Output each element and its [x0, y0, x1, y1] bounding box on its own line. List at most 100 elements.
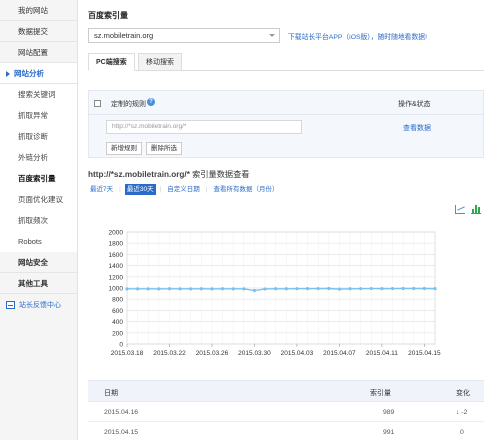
row-count: 991 — [383, 429, 395, 436]
app-download-link[interactable]: 下载站长平台APP（iOS版），随时随地看数据! — [288, 31, 427, 41]
data-point — [433, 287, 437, 291]
chevron-down-icon — [269, 34, 275, 37]
line-chart-icon[interactable] — [455, 205, 466, 214]
date-range-selector: 最近7天 | 最近30天 | 自定义日期 | 查看所有数据（月份） — [88, 184, 284, 196]
data-point — [337, 287, 342, 291]
sidebar-item[interactable]: 网站安全 — [0, 252, 77, 273]
data-point — [369, 286, 373, 291]
y-tick-label: 400 — [112, 319, 123, 326]
data-point — [136, 287, 140, 291]
row-change: 0 — [460, 429, 464, 436]
range-last-7-days[interactable]: 最近7天 — [88, 184, 115, 195]
data-point — [305, 287, 310, 291]
index-volume-chart: 0 200 400 600 800 1000 1200 1400 1600 1800 2000 201… — [109, 230, 441, 358]
x-tick-label: 2015.03.30 — [238, 350, 271, 357]
sidebar-section-label: 网站分析 — [14, 69, 44, 78]
data-point — [178, 287, 182, 291]
x-tick-label: 2015.03.18 — [111, 350, 144, 357]
sidebar-section-site-analysis[interactable]: 网站分析 — [0, 63, 77, 84]
rules-header: 定制的规则 ? 操作&状态 — [89, 91, 483, 115]
site-select-value: sz.mobiletrain.org — [94, 31, 154, 40]
delete-selected-button[interactable]: 删除所选 — [146, 142, 182, 155]
column-header-date: 日期 — [104, 390, 118, 397]
data-point — [412, 286, 416, 291]
custom-rules-panel: 定制的规则 ? 操作&状态 http://*sz.mobiletrain.org… — [88, 90, 484, 158]
add-rule-button[interactable]: 新增规则 — [106, 142, 142, 155]
data-point — [348, 287, 352, 291]
feedback-label: 站长反馈中心 — [19, 302, 61, 309]
feedback-icon — [6, 301, 15, 310]
data-point — [242, 287, 246, 291]
view-data-link[interactable]: 查看数据 — [403, 123, 431, 133]
range-last-30-days[interactable]: 最近30天 — [124, 184, 156, 195]
x-tick-label: 2015.03.26 — [196, 350, 229, 357]
series-line — [127, 287, 436, 292]
select-all-checkbox[interactable] — [94, 100, 101, 107]
table-row: 2015.04.15 991 0 — [88, 424, 484, 440]
y-tick-label: 1200 — [109, 274, 124, 281]
sidebar-item[interactable]: 我的网站 — [0, 0, 77, 21]
range-separator: | — [119, 186, 121, 193]
data-point — [390, 286, 395, 291]
sidebar-item[interactable]: 抓取诊断 — [0, 126, 77, 147]
query-title: http://*sz.mobiletrain.org/* 索引量数据查看 — [88, 168, 250, 180]
data-point — [252, 288, 257, 293]
data-point — [401, 286, 405, 291]
sidebar-item[interactable]: 数据提交 — [0, 21, 77, 42]
table-header: 日期 索引量 变化 — [88, 380, 484, 402]
page-title: 百度索引量 — [88, 11, 128, 20]
sidebar-item[interactable]: 网站配置 — [0, 42, 77, 63]
sidebar-item[interactable]: 其他工具 — [0, 273, 77, 294]
y-tick-label: 2000 — [109, 230, 124, 237]
sidebar: 我的网站 数据提交 网站配置 网站分析 搜索关键词 抓取异常 抓取诊断 外链分析 百度索引量… — [0, 0, 78, 440]
operations-header-label: 操作&状态 — [398, 101, 431, 108]
data-point — [199, 287, 203, 291]
data-point — [231, 287, 235, 291]
range-custom-date[interactable]: 自定义日期 — [165, 184, 202, 195]
data-point — [284, 287, 288, 291]
sidebar-item[interactable]: 抓取频次 — [0, 210, 77, 231]
rule-url-field[interactable]: http://*sz.mobiletrain.org/* — [106, 120, 302, 134]
sidebar-item[interactable]: 页面优化建议 — [0, 189, 77, 210]
data-point — [359, 287, 363, 291]
y-tick-label: 1800 — [109, 241, 124, 248]
sidebar-item[interactable]: 搜索关键词 — [0, 84, 77, 105]
sidebar-item[interactable]: 外链分析 — [0, 147, 77, 168]
bar-chart-icon[interactable] — [471, 205, 481, 214]
y-tick-label: 0 — [119, 342, 123, 349]
row-date: 2015.04.16 — [104, 409, 139, 416]
rules-header-label: 定制的规则 — [111, 101, 146, 108]
sidebar-item[interactable]: 抓取异常 — [0, 105, 77, 126]
row-change-value: 2 — [463, 409, 468, 416]
range-all-months[interactable]: 查看所有数据（月份） — [211, 184, 280, 195]
data-point — [380, 287, 384, 291]
y-tick-label: 200 — [112, 330, 123, 337]
data-point — [422, 286, 426, 291]
expand-arrow-icon — [6, 71, 10, 78]
y-tick-label: 800 — [112, 297, 123, 304]
rule-row: http://*sz.mobiletrain.org/* 查看数据 — [89, 120, 483, 136]
down-arrow-icon: ↓ — [456, 409, 460, 416]
table-row: 2015.04.16 989 ↓ -2 — [88, 404, 484, 422]
search-tabs: PC端搜索 移动搜索 — [88, 53, 484, 71]
site-select[interactable]: sz.mobiletrain.org — [88, 28, 280, 43]
main-content: 百度索引量 sz.mobiletrain.org 下载站长平台APP（iOS版）… — [87, 0, 485, 440]
x-tick-label: 2015.04.15 — [408, 350, 441, 357]
row-date: 2015.04.15 — [104, 429, 139, 436]
data-point — [146, 287, 150, 291]
sidebar-item[interactable]: 百度索引量 — [0, 168, 77, 189]
sidebar-item[interactable]: Robots — [0, 231, 77, 252]
help-icon[interactable]: ? — [147, 98, 155, 106]
x-tick-label: 2015.04.11 — [366, 350, 398, 357]
data-point — [295, 287, 299, 291]
y-tick-label: 1600 — [109, 252, 124, 259]
sidebar-submenu: 搜索关键词 抓取异常 抓取诊断 外链分析 百度索引量 页面优化建议 抓取频次 Robots — [0, 84, 77, 252]
row-change: ↓ -2 — [456, 409, 468, 416]
tab-pc-search[interactable]: PC端搜索 — [88, 53, 135, 71]
chart-type-switcher — [451, 205, 481, 216]
tab-mobile-search[interactable]: 移动搜索 — [138, 53, 182, 71]
feedback-link[interactable]: 站长反馈中心 — [0, 294, 77, 318]
column-header-count: 索引量 — [370, 390, 391, 397]
data-point — [125, 287, 129, 291]
data-point — [263, 287, 267, 291]
